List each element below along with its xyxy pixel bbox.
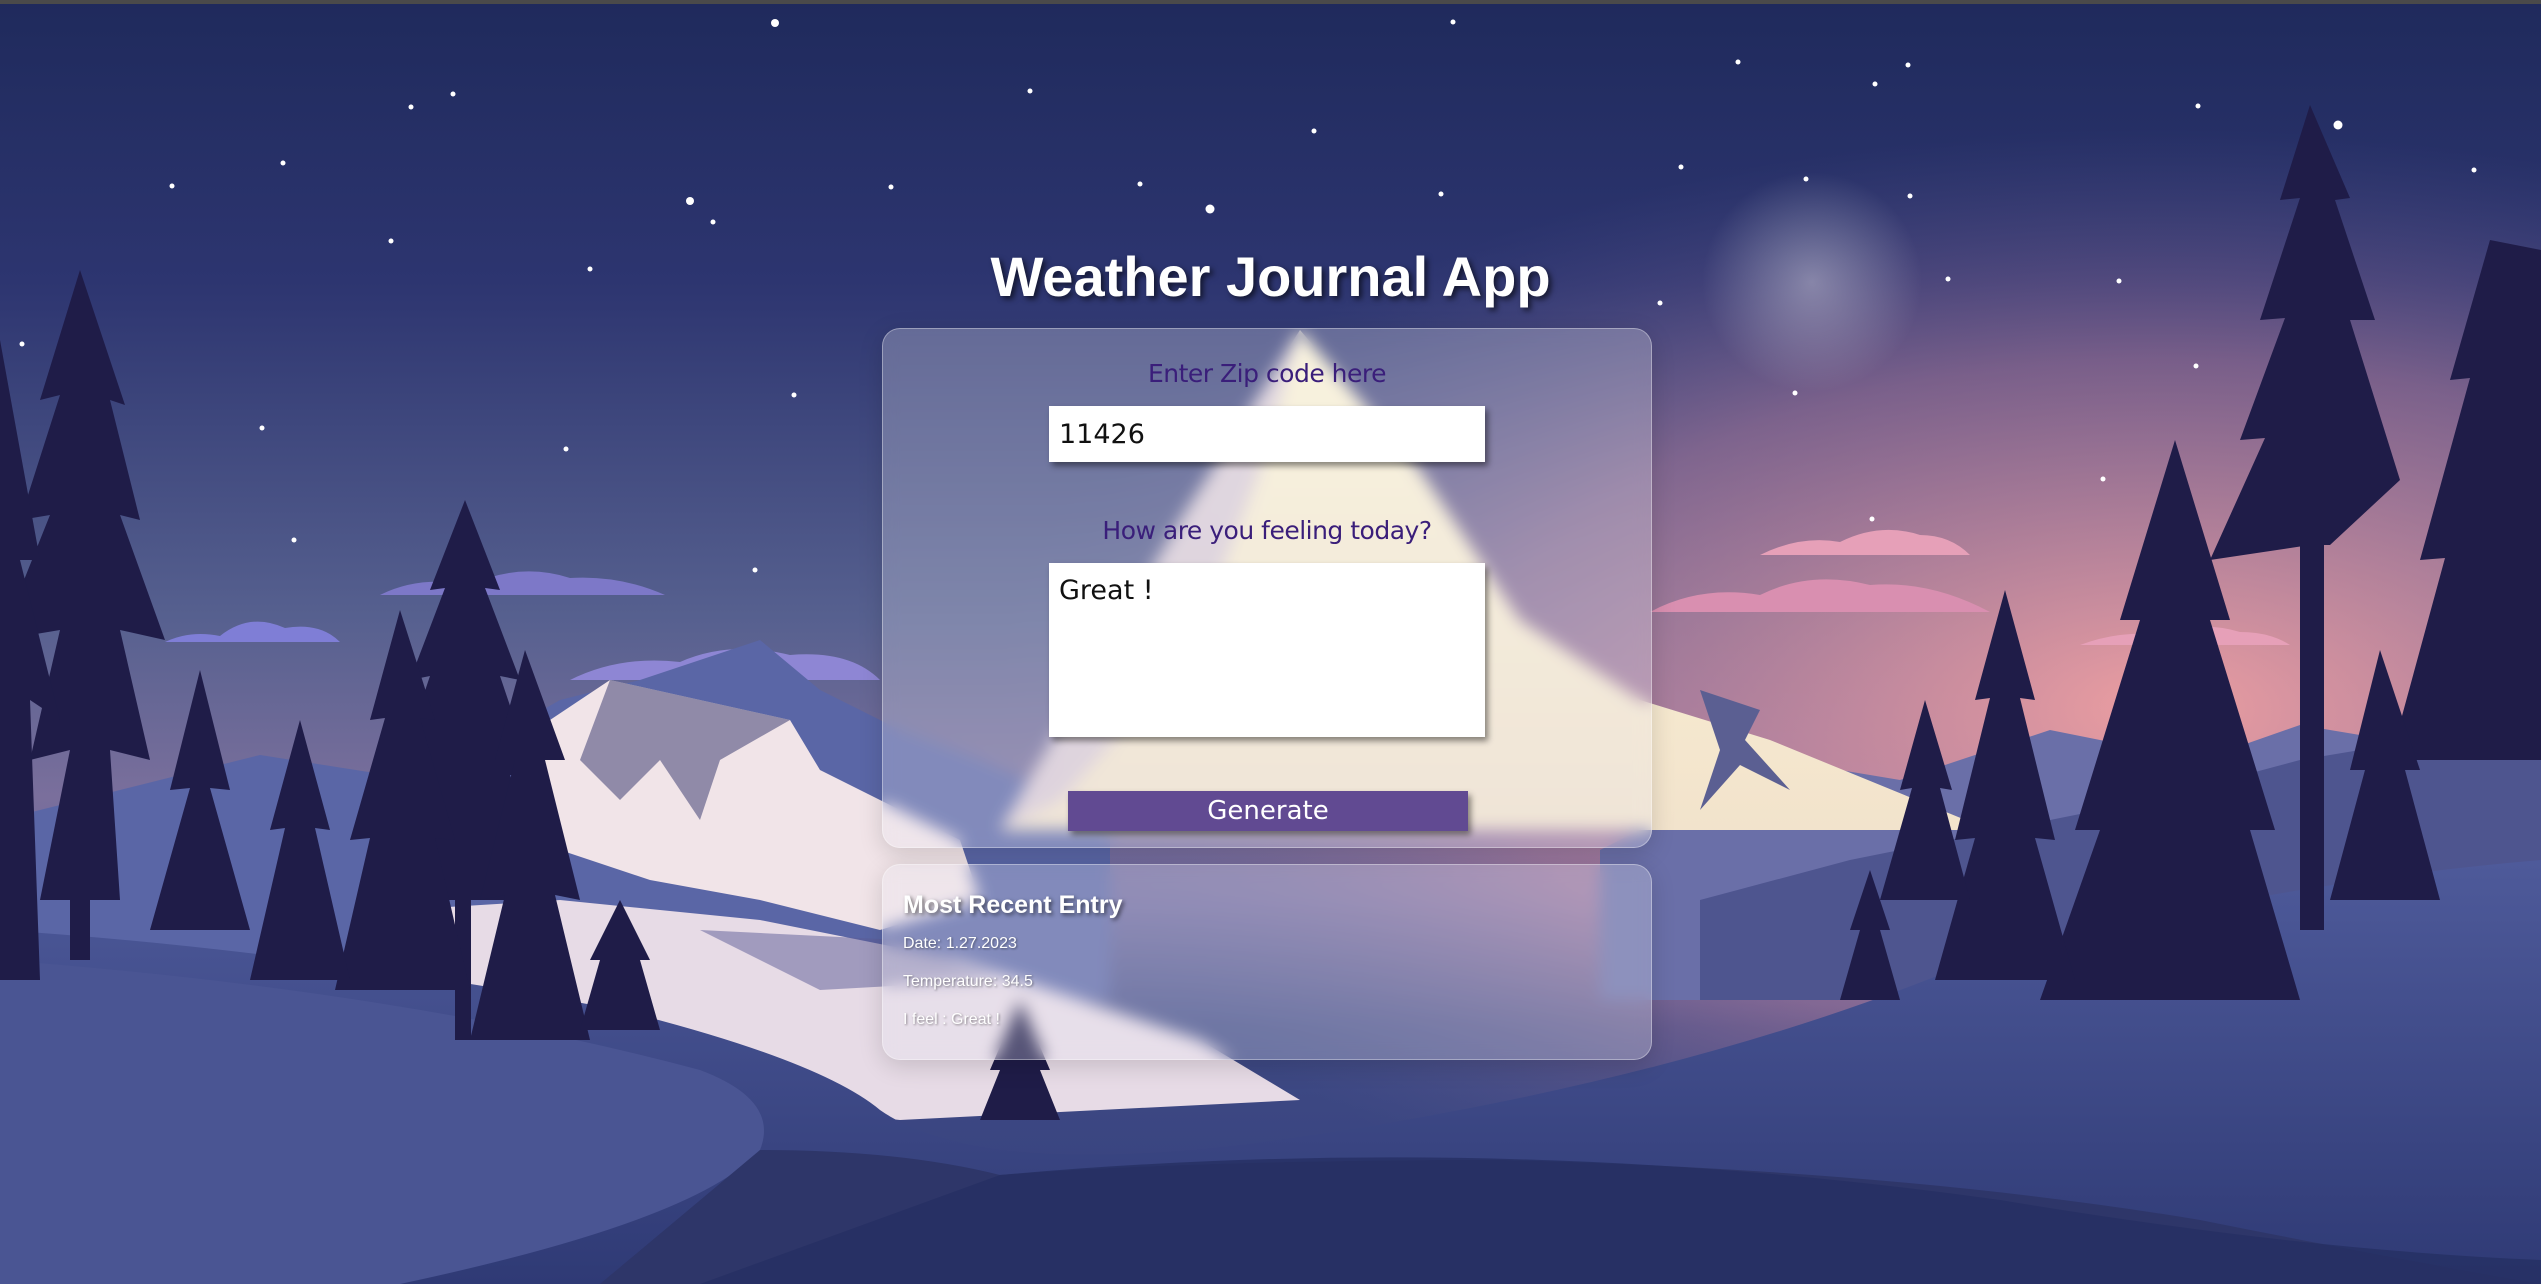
zip-input[interactable] xyxy=(1049,406,1485,462)
journal-form: Enter Zip code here How are you feeling … xyxy=(882,328,1652,848)
entry-title: Most Recent Entry xyxy=(903,891,1123,919)
generate-button[interactable]: Generate xyxy=(1068,791,1468,831)
entry-feeling: I feel : Great ! xyxy=(903,1011,1000,1028)
feelings-label: How are you feeling today? xyxy=(1102,516,1432,545)
entry-date: Date: 1.27.2023 xyxy=(903,935,1017,952)
app-page: Weather Journal App Enter Zip code here … xyxy=(0,0,2541,1284)
entry-temperature: Temperature: 34.5 xyxy=(903,973,1033,990)
app-title: Weather Journal App xyxy=(990,245,1551,308)
zip-label: Enter Zip code here xyxy=(1147,359,1387,388)
recent-entry-panel: Most Recent Entry Date: 1.27.2023 Temper… xyxy=(882,864,1652,1060)
feelings-textarea[interactable]: Great ! xyxy=(1049,563,1485,737)
